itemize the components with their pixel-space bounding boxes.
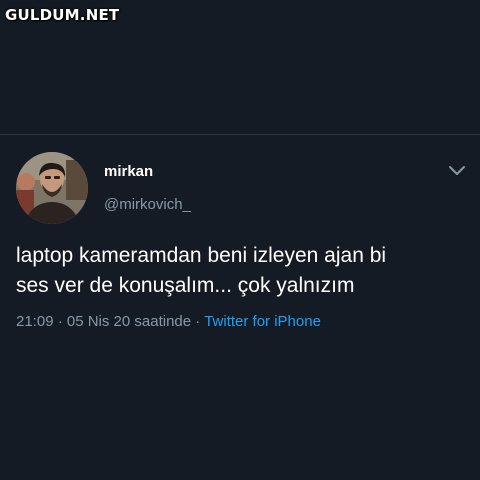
chevron-down-icon[interactable] [448, 163, 466, 177]
tweet-timestamp[interactable]: 21:09 · 05 Nis 20 saatinde [16, 313, 191, 330]
meta-separator: · [191, 313, 205, 330]
site-watermark: GULDUM.NET [5, 6, 120, 24]
username-handle[interactable]: @mirkovich_ [104, 196, 191, 213]
tweet-text: laptop kameramdan beni izleyen ajan bi s… [16, 241, 466, 301]
display-name[interactable]: mirkan [104, 163, 153, 180]
avatar[interactable] [16, 152, 88, 224]
header-divider [0, 134, 480, 135]
tweet-source-link[interactable]: Twitter for iPhone [204, 313, 321, 330]
tweet-meta: 21:09 · 05 Nis 20 saatinde · Twitter for… [16, 313, 321, 330]
avatar-photo [16, 152, 88, 224]
tweet-text-line-2: ses ver de konuşalım... çok yalnızım [16, 274, 355, 297]
tweet-text-line-1: laptop kameramdan beni izleyen ajan bi [16, 244, 387, 267]
